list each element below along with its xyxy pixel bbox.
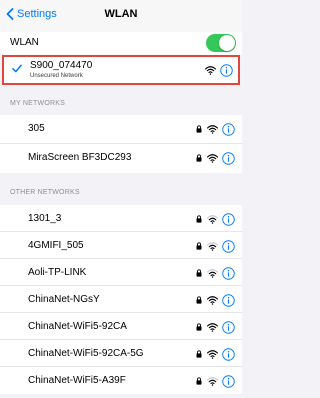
navigation-bar: Settings WLAN [0,0,242,32]
wlan-label: WLAN [10,37,39,48]
info-icon[interactable] [222,347,235,361]
info-icon[interactable] [222,374,235,388]
network-row-4gmifi-505[interactable]: 4GMIFI_505 [0,232,242,259]
network-name: 1301_3 [28,213,62,224]
connected-network-row[interactable]: S900_074470 Unsecured Network [2,55,240,85]
network-name: Aoli-TP-LINK [28,267,87,278]
info-icon[interactable] [222,239,235,253]
lock-icon [196,350,202,358]
connected-network-status: Unsecured Network [30,73,83,79]
network-name: 4GMIFI_505 [28,240,84,251]
wifi-icon [207,241,218,251]
network-row-305[interactable]: 305 [0,115,242,144]
toggle-knob [219,35,235,51]
network-row-mirascreen[interactable]: MiraScreen BF3DC293 [0,144,242,173]
info-icon[interactable] [222,212,235,226]
wifi-icon [205,65,216,75]
wifi-icon [207,376,218,386]
network-name: MiraScreen BF3DC293 [28,152,132,163]
info-icon[interactable] [222,151,235,165]
wlan-toggle-group: WLAN [0,32,242,55]
lock-icon [196,269,202,277]
wifi-icon [207,268,218,278]
network-name: ChinaNet-WiFi5-92CA-5G [28,348,144,359]
wifi-icon [207,349,218,359]
lock-icon [196,296,202,304]
wlan-toggle-row: WLAN [0,32,242,55]
connected-network-name: S900_074470 [30,60,93,71]
lock-icon [196,125,202,133]
network-name: ChinaNet-WiFi5-A39F [28,375,126,386]
network-row-chinanet-ngsy[interactable]: ChinaNet-NGsY [0,286,242,313]
info-icon[interactable] [222,320,235,334]
wlan-toggle-switch[interactable] [206,34,236,52]
lock-icon [196,154,202,162]
network-row-chinanet-wifi5-92ca[interactable]: ChinaNet-WiFi5-92CA [0,313,242,340]
my-networks-header: MY NETWORKS [10,100,65,107]
lock-icon [196,242,202,250]
wifi-icon [207,322,218,332]
network-row-1301-3[interactable]: 1301_3 [0,205,242,232]
network-row-chinanet-wifi5-92ca-5g[interactable]: ChinaNet-WiFi5-92CA-5G [0,340,242,367]
info-icon[interactable] [222,122,235,136]
info-icon[interactable] [220,63,233,77]
other-networks-header: OTHER NETWORKS [10,189,80,196]
other-networks-list: 1301_3 4GMIFI_505 Aoli-TP-LINK ChinaNet-… [0,205,242,394]
info-icon[interactable] [222,293,235,307]
network-name: ChinaNet-NGsY [28,294,100,305]
info-icon[interactable] [222,266,235,280]
wifi-icon [207,153,218,163]
my-networks-list: 305 MiraScreen BF3DC293 [0,115,242,173]
wifi-icon [207,295,218,305]
checkmark-icon [12,64,22,73]
lock-icon [196,377,202,385]
network-name: ChinaNet-WiFi5-92CA [28,321,127,332]
network-name: 305 [28,123,45,134]
lock-icon [196,323,202,331]
lock-icon [196,215,202,223]
page-title: WLAN [104,8,138,20]
wifi-icon [207,214,218,224]
network-row-chinanet-wifi5-a39f[interactable]: ChinaNet-WiFi5-A39F [0,367,242,394]
wifi-icon [207,124,218,134]
network-row-aoli-tp-link[interactable]: Aoli-TP-LINK [0,259,242,286]
